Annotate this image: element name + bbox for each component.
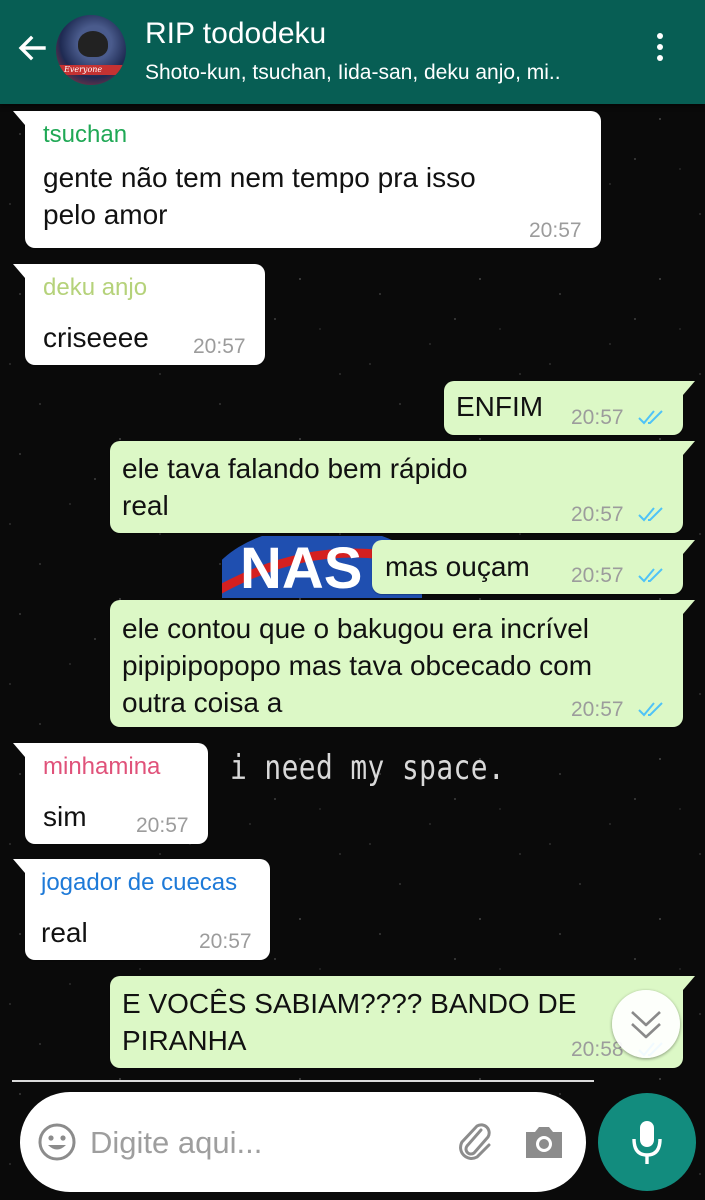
message-sender[interactable]: deku anjo <box>43 274 147 302</box>
message-text: criseeee <box>43 322 149 353</box>
message-text: real <box>41 917 88 948</box>
nasa-logo-text: NAS <box>240 536 362 598</box>
message-text: mas ouçam <box>385 551 530 582</box>
message-line: E VOCÊS SABIAM???? BANDO DE <box>122 988 577 1019</box>
message-text: ele tava falando bem rápido real <box>122 450 468 524</box>
overflow-menu-icon[interactable] <box>648 30 672 70</box>
message-input-placeholder[interactable]: Digite aqui... <box>90 1125 262 1161</box>
camera-icon[interactable] <box>522 1122 566 1162</box>
message-line: pipipipopopo mas tava obcecado com <box>122 650 593 681</box>
message-text: E VOCÊS SABIAM???? BANDO DE PIRANHA <box>122 985 576 1059</box>
double-check-icon <box>638 702 663 717</box>
message-bubble-outgoing[interactable]: ENFIM 20:57 <box>444 381 695 435</box>
message-time: 20:57 <box>199 930 252 953</box>
message-time: 20:57 <box>193 335 246 358</box>
double-check-icon <box>638 507 663 522</box>
paperclip-icon[interactable] <box>454 1120 498 1164</box>
message-text: sim <box>43 801 87 832</box>
message-sender[interactable]: tsuchan <box>43 121 127 149</box>
scroll-down-icon <box>631 1011 661 1039</box>
message-time: 20:57 <box>529 219 582 242</box>
microphone-button[interactable] <box>598 1093 696 1191</box>
message-line: pelo amor <box>43 199 168 230</box>
message-line: gente não tem nem tempo pra isso <box>43 162 476 193</box>
message-bubble-outgoing[interactable]: E VOCÊS SABIAM???? BANDO DE PIRANHA 20:5… <box>110 976 695 1068</box>
wallpaper-caption: i need my space. <box>230 748 506 788</box>
message-bubble-incoming[interactable]: deku anjo criseeee 20:57 <box>13 264 265 365</box>
message-line: ele contou que o bakugou era incrível <box>122 613 589 644</box>
double-check-icon <box>638 568 663 583</box>
message-line: outra coisa a <box>122 687 283 718</box>
message-text: ele contou que o bakugou era incrível pi… <box>122 610 592 721</box>
message-bubble-incoming[interactable]: tsuchan gente não tem nem tempo pra isso… <box>13 111 601 248</box>
back-arrow-icon[interactable] <box>14 30 50 66</box>
message-sender[interactable]: jogador de cuecas <box>41 869 237 897</box>
message-sender[interactable]: minhamina <box>43 753 160 781</box>
scroll-down-button[interactable] <box>612 990 680 1058</box>
avatar-text: Everyone <box>64 65 103 74</box>
message-bubble-outgoing[interactable]: ele contou que o bakugou era incrível pi… <box>110 600 695 727</box>
divider <box>12 1080 594 1082</box>
message-text: ENFIM <box>456 391 544 422</box>
chat-header: Everyone RIP tododeku Shoto-kun, tsuchan… <box>0 0 705 104</box>
message-time: 20:57 <box>571 406 624 429</box>
message-time: 20:57 <box>571 564 624 587</box>
chat-participants[interactable]: Shoto-kun, tsuchan, Iida-san, deku anjo,… <box>145 61 561 85</box>
message-line: PIRANHA <box>122 1025 247 1056</box>
group-avatar[interactable]: Everyone <box>56 15 126 85</box>
double-check-icon <box>638 410 663 425</box>
message-bubble-incoming[interactable]: jogador de cuecas real 20:57 <box>13 859 270 960</box>
message-time: 20:57 <box>571 503 624 526</box>
message-time: 20:57 <box>571 698 624 721</box>
message-line: ele tava falando bem rápido <box>122 453 468 484</box>
message-bubble-outgoing[interactable]: ele tava falando bem rápido real 20:57 <box>110 441 695 533</box>
message-line: real <box>122 490 169 521</box>
message-time: 20:57 <box>136 814 189 837</box>
message-bubble-outgoing[interactable]: mas ouçam 20:57 <box>372 540 695 594</box>
microphone-icon <box>632 1121 662 1164</box>
message-bubble-incoming[interactable]: minhamina sim 20:57 <box>13 743 208 844</box>
message-input-bar[interactable]: Digite aqui... <box>20 1092 586 1192</box>
message-text: gente não tem nem tempo pra isso pelo am… <box>43 159 476 233</box>
chat-title[interactable]: RIP tododeku <box>145 17 326 51</box>
emoji-icon[interactable] <box>36 1121 78 1163</box>
